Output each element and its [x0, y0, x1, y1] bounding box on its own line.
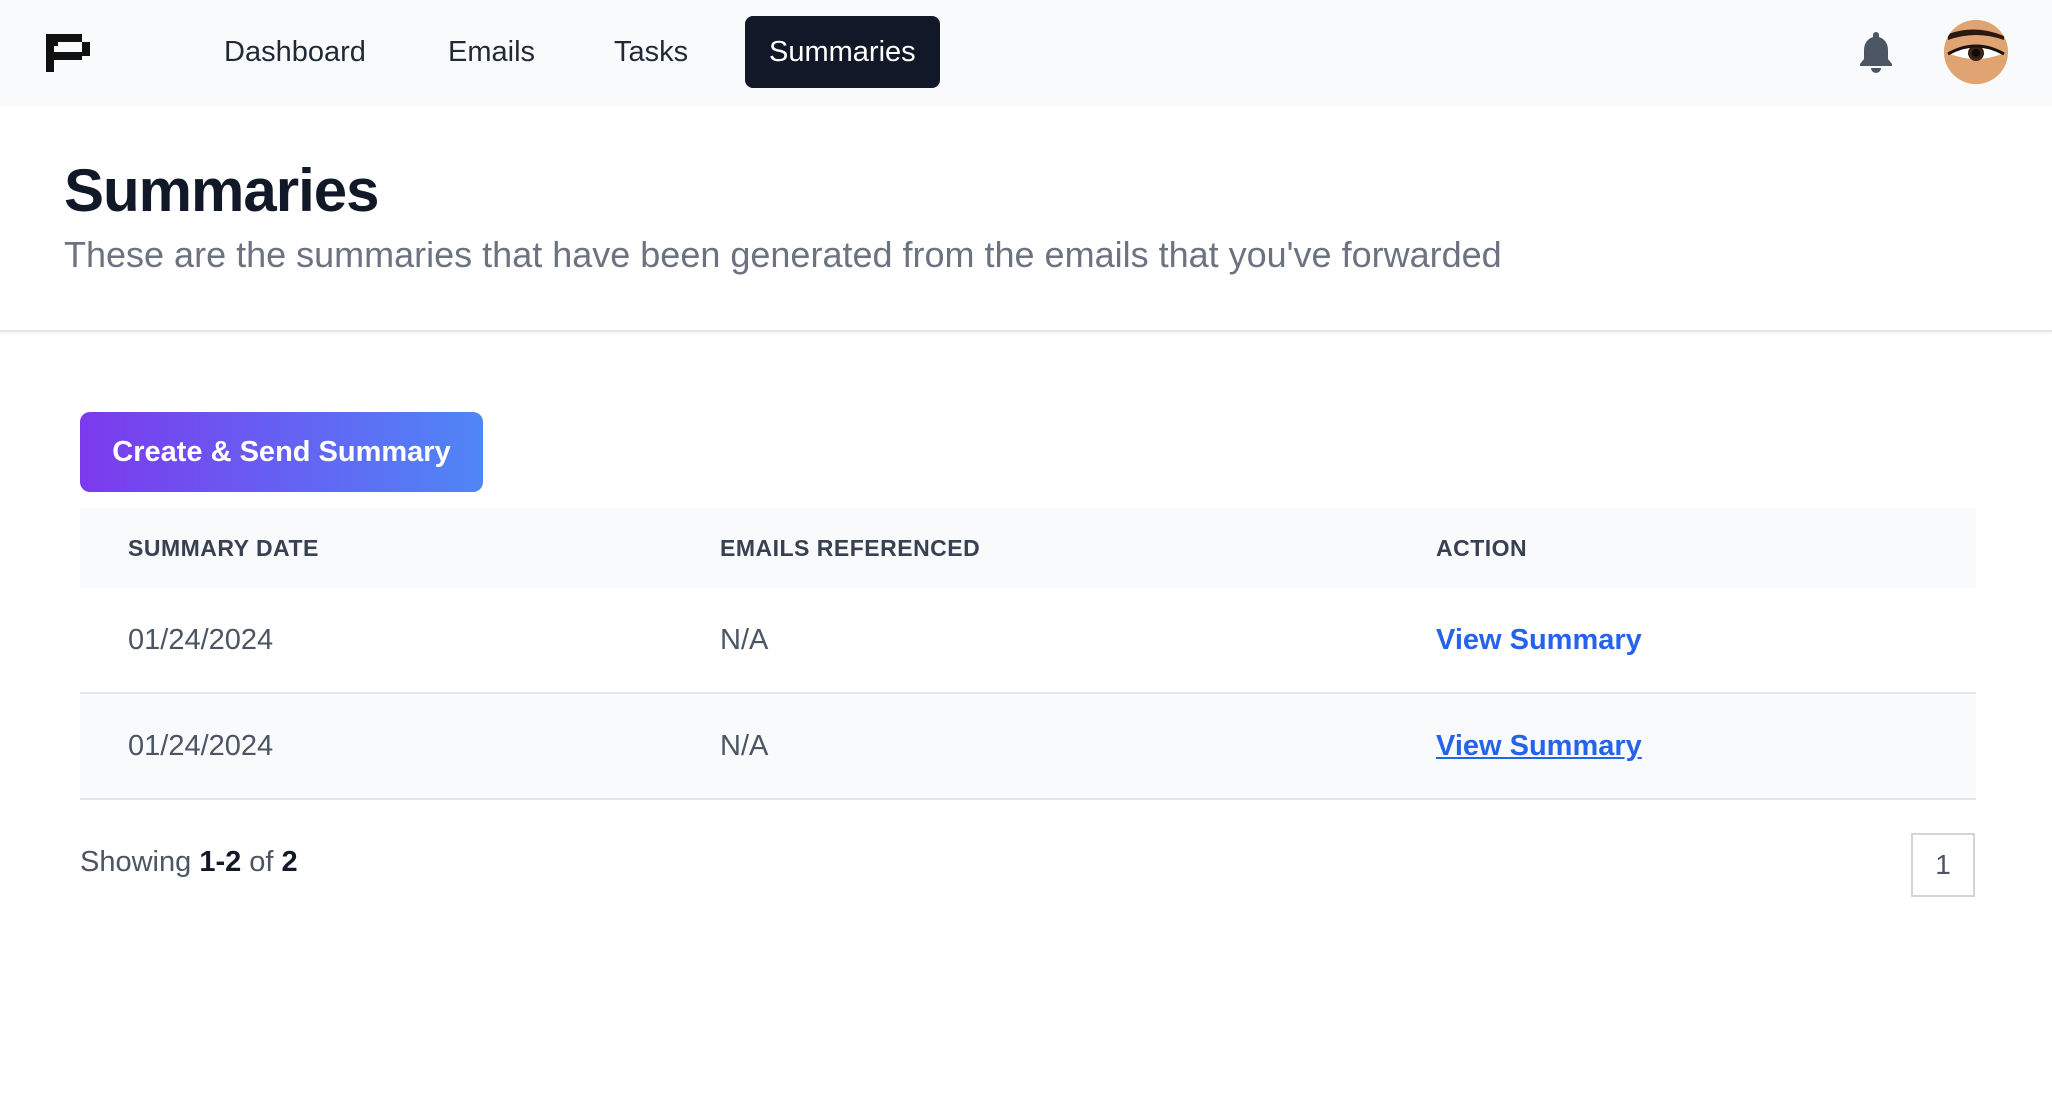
emails-referenced-cell: N/A — [720, 624, 769, 656]
showing-prefix: Showing — [80, 846, 192, 878]
pagination-summary: Showing 1-2 of 2 — [80, 846, 298, 879]
nav-summaries[interactable]: Summaries — [745, 16, 940, 88]
showing-of: of — [249, 846, 274, 878]
summary-date-cell: 01/24/2024 — [128, 624, 274, 656]
avatar[interactable] — [1944, 20, 2008, 84]
nav-dashboard[interactable]: Dashboard — [200, 16, 390, 88]
table-row: 01/24/2024 N/A View Summary — [80, 694, 1976, 800]
column-header-action: ACTION — [1436, 535, 1528, 561]
view-summary-link[interactable]: View Summary — [1436, 588, 1642, 692]
bell-icon[interactable] — [1858, 30, 1894, 74]
table-header: SUMMARY DATE EMAILS REFERENCED ACTION — [80, 508, 1976, 588]
column-header-summary-date: SUMMARY DATE — [128, 535, 319, 561]
showing-total: 2 — [281, 846, 298, 878]
p-logo-icon[interactable] — [46, 34, 90, 72]
page-header: Summaries These are the summaries that h… — [0, 106, 2052, 332]
summaries-table: SUMMARY DATE EMAILS REFERENCED ACTION 01… — [80, 508, 1976, 800]
emails-referenced-cell: N/A — [720, 730, 769, 762]
nav-tasks[interactable]: Tasks — [590, 16, 712, 88]
table-row: 01/24/2024 N/A View Summary — [80, 588, 1976, 694]
summary-date-cell: 01/24/2024 — [128, 730, 274, 762]
create-send-summary-button[interactable]: Create & Send Summary — [80, 412, 483, 492]
avatar-face-icon — [1944, 20, 2008, 84]
top-navigation-bar: Dashboard Emails Tasks Summaries — [0, 0, 2052, 106]
showing-range: 1-2 — [199, 846, 242, 878]
column-header-emails-referenced: EMAILS REFERENCED — [720, 535, 981, 561]
view-summary-link[interactable]: View Summary — [1436, 694, 1642, 798]
page-title: Summaries — [64, 157, 379, 224]
page-1-button[interactable]: 1 — [1911, 833, 1975, 897]
page-subtitle: These are the summaries that have been g… — [64, 234, 1502, 275]
nav-emails[interactable]: Emails — [424, 16, 559, 88]
